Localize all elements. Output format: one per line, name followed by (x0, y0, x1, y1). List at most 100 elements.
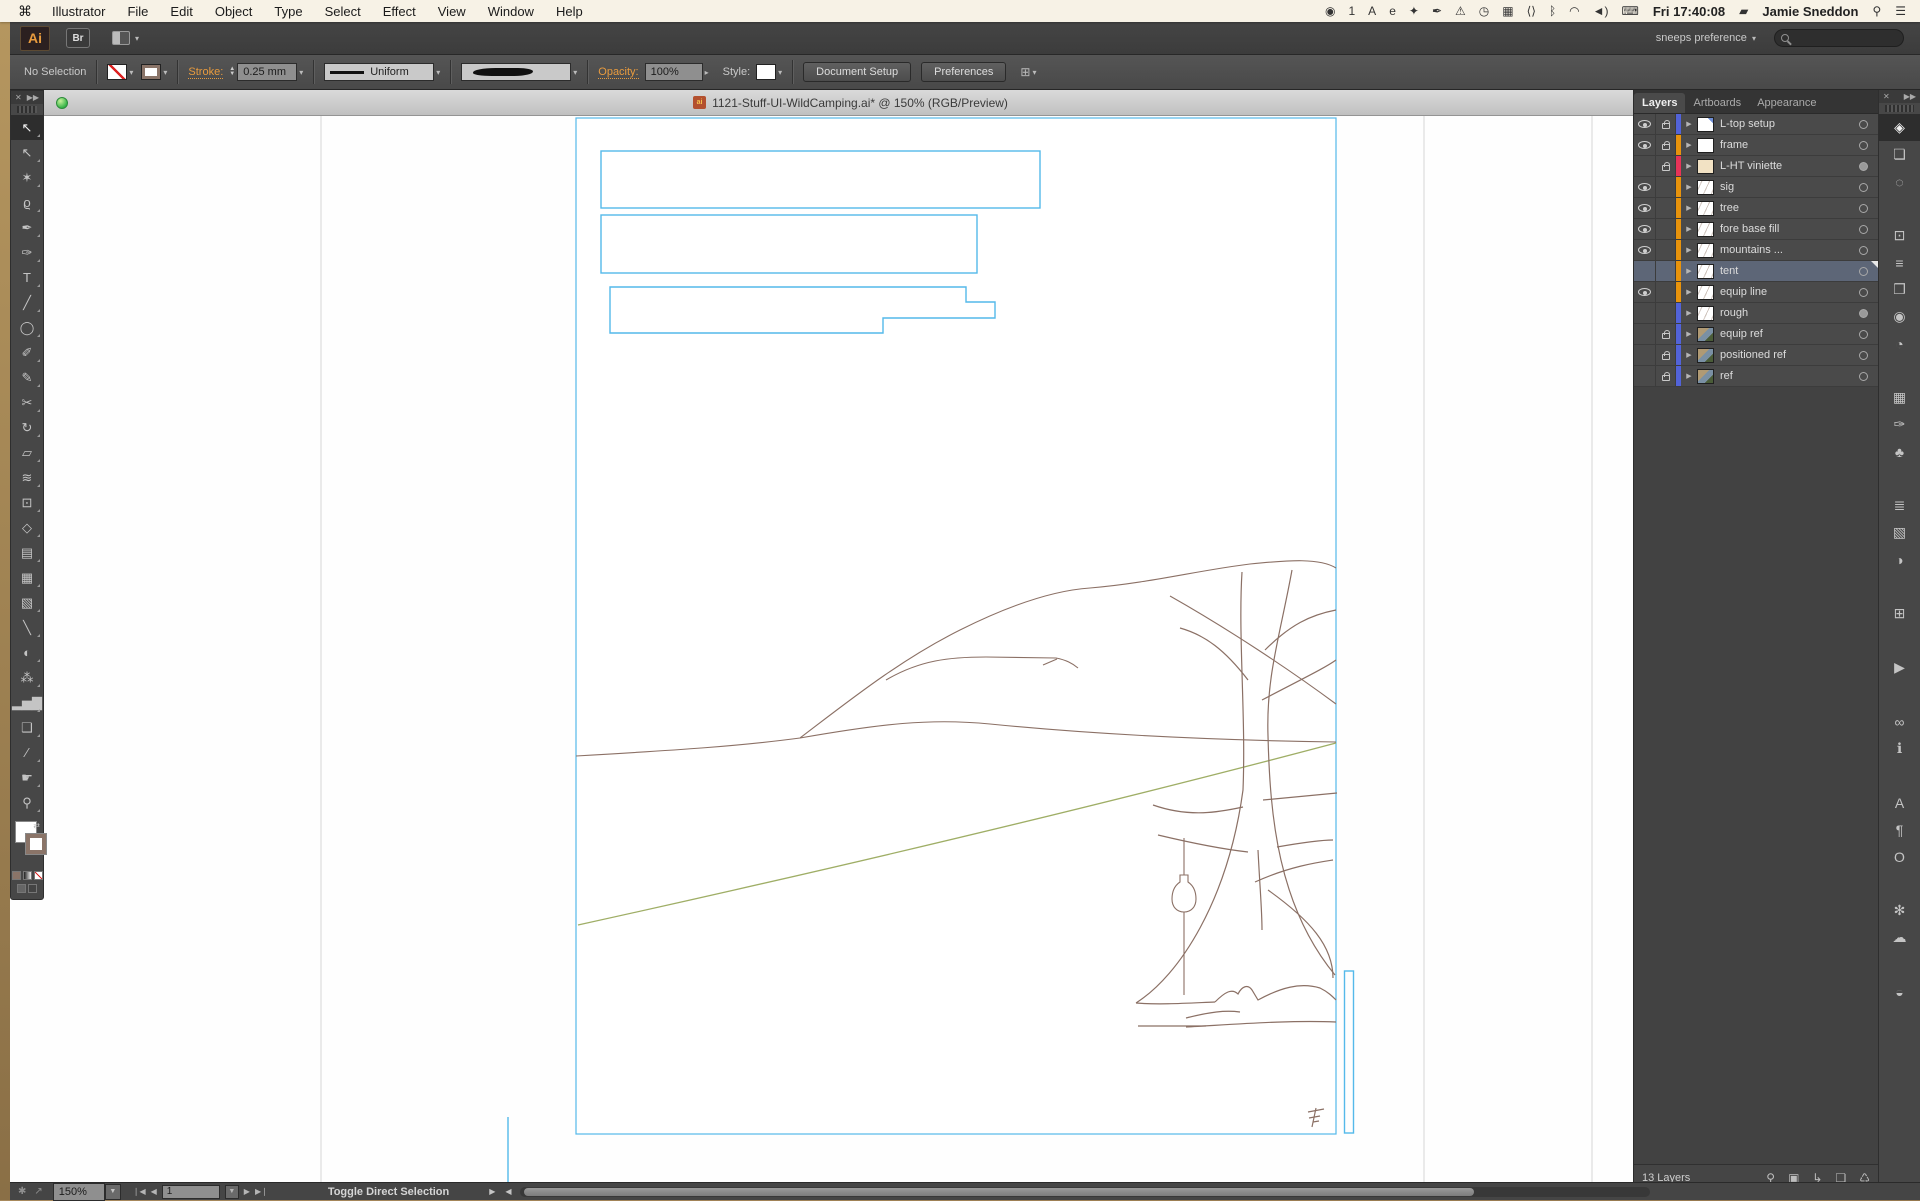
stroke-color-swatch[interactable] (141, 64, 162, 80)
status-icon[interactable]: ◄) (1593, 4, 1609, 18)
tool-button[interactable]: ✂ (11, 390, 43, 415)
canvas-area[interactable] (10, 116, 1633, 1182)
panel-tab[interactable]: Layers (1634, 93, 1686, 113)
expand-arrow-icon[interactable]: ▶ (1681, 309, 1697, 317)
expand-arrow-icon[interactable]: ▶ (1681, 351, 1697, 359)
visibility-toggle[interactable] (1634, 198, 1656, 218)
menu-item[interactable]: Select (325, 4, 361, 19)
panel-tab[interactable]: Appearance (1749, 93, 1824, 113)
draw-mode-button[interactable] (17, 884, 26, 893)
bridge-button[interactable]: Br (66, 28, 90, 48)
dock-panel-icon[interactable]: ✻ (1879, 897, 1920, 924)
layer-row[interactable]: ▶ equip line (1634, 282, 1878, 303)
layer-thumbnail[interactable] (1697, 263, 1714, 279)
layer-name[interactable]: equip ref (1720, 328, 1859, 340)
tool-button[interactable]: ╱ (11, 290, 43, 315)
tool-button[interactable]: ✒ (11, 215, 43, 240)
target-circle[interactable] (1859, 245, 1868, 255)
tool-button[interactable]: ⊡ (11, 490, 43, 515)
status-icon[interactable]: ▦ (1502, 4, 1513, 18)
target-circle[interactable] (1859, 329, 1868, 339)
tool-button[interactable]: ≋ (11, 465, 43, 490)
window-zoom-button[interactable] (56, 96, 68, 109)
layer-row[interactable]: ▶ frame (1634, 135, 1878, 156)
dock-panel-icon[interactable]: ◈ (1879, 114, 1920, 141)
dock-panel-icon[interactable]: ▶ (1879, 654, 1920, 681)
dock-header[interactable]: ✕ ▶▶ (1879, 90, 1920, 103)
lock-toggle[interactable] (1656, 198, 1676, 218)
layer-name[interactable]: tree (1720, 202, 1859, 214)
status-icon[interactable]: ◠ (1569, 4, 1579, 18)
status-icon[interactable]: ◉ (1325, 4, 1335, 18)
visibility-toggle[interactable] (1634, 324, 1656, 344)
layer-name[interactable]: ref (1720, 370, 1859, 382)
swap-fill-stroke-icon[interactable]: ⇄ (33, 821, 40, 830)
menu-item[interactable]: Help (556, 4, 583, 19)
dock-panel-icon[interactable]: ⊞ (1879, 600, 1920, 627)
dock-panel-icon[interactable] (1879, 627, 1920, 654)
align-options-icon[interactable]: ⊞ (1020, 65, 1030, 79)
expand-arrow-icon[interactable]: ▶ (1681, 372, 1697, 380)
visibility-toggle[interactable] (1634, 261, 1656, 281)
visibility-toggle[interactable] (1634, 366, 1656, 386)
layer-row[interactable]: ▶ ref (1634, 366, 1878, 387)
dock-panel-icon[interactable] (1879, 465, 1920, 492)
lock-toggle[interactable] (1656, 324, 1676, 344)
layer-row[interactable]: ▶ fore base fill (1634, 219, 1878, 240)
dock-panel-icon[interactable] (1879, 681, 1920, 708)
tool-button[interactable]: ▱ (11, 440, 43, 465)
target-circle[interactable] (1859, 350, 1868, 360)
layer-row[interactable]: ▶ L-HT viniette (1634, 156, 1878, 177)
tool-button[interactable]: ✐ (11, 340, 43, 365)
lock-toggle[interactable] (1656, 156, 1676, 176)
dock-panel-icon[interactable]: ▦ (1879, 384, 1920, 411)
lock-toggle[interactable] (1656, 282, 1676, 302)
status-icon[interactable]: ✦ (1409, 4, 1419, 18)
visibility-toggle[interactable] (1634, 240, 1656, 260)
layer-name[interactable]: L-top setup (1720, 118, 1859, 130)
dock-panel-icon[interactable] (1879, 951, 1920, 978)
visibility-toggle[interactable] (1634, 219, 1656, 239)
layer-thumbnail[interactable] (1697, 326, 1714, 342)
lock-toggle[interactable] (1656, 303, 1676, 323)
layer-thumbnail[interactable] (1697, 158, 1714, 174)
target-circle[interactable] (1859, 224, 1868, 234)
visibility-toggle[interactable] (1634, 114, 1656, 134)
layer-thumbnail[interactable] (1697, 347, 1714, 363)
layer-thumbnail[interactable] (1697, 221, 1714, 237)
layer-thumbnail[interactable] (1697, 116, 1714, 132)
lock-toggle[interactable] (1656, 261, 1676, 281)
layer-row[interactable]: ▶ positioned ref (1634, 345, 1878, 366)
battery-icon[interactable]: ▰ (1739, 4, 1748, 18)
fill-color-swatch[interactable] (107, 64, 128, 80)
status-icon[interactable]: ⚠ (1455, 4, 1466, 18)
tool-button[interactable]: ☛ (11, 765, 43, 790)
layer-name[interactable]: positioned ref (1720, 349, 1859, 361)
layer-name[interactable]: sig (1720, 181, 1859, 193)
dock-panel-icon[interactable]: ✑ (1879, 411, 1920, 438)
artboard-number-field[interactable]: 1 (161, 1184, 220, 1199)
gradient-mode-button[interactable] (22, 871, 32, 880)
lock-toggle[interactable] (1656, 135, 1676, 155)
tool-button[interactable]: ◐ (11, 640, 43, 665)
visibility-toggle[interactable] (1634, 345, 1656, 365)
zoom-dropdown-arrow[interactable]: ▼ (104, 1183, 121, 1200)
lock-toggle[interactable] (1656, 177, 1676, 197)
dock-panel-icon[interactable]: ∞ (1879, 708, 1920, 735)
arrange-documents-button[interactable]: ▾ (112, 31, 139, 45)
lock-toggle[interactable] (1656, 366, 1676, 386)
target-circle[interactable] (1859, 119, 1868, 129)
dock-panel-icon[interactable] (1879, 573, 1920, 600)
target-circle[interactable] (1859, 182, 1868, 192)
dock-panel-icon[interactable]: ❏ (1879, 141, 1920, 168)
expand-arrow-icon[interactable]: ▶ (1681, 183, 1697, 191)
dock-panel-icon[interactable] (1879, 357, 1920, 384)
status-next-icon[interactable]: ▶ (489, 1187, 495, 1196)
tool-button[interactable]: ∕ (11, 740, 43, 765)
dock-panel-icon[interactable]: ♣ (1879, 438, 1920, 465)
layer-name[interactable]: mountains ... (1720, 244, 1859, 256)
tool-button[interactable]: ▂▅▇ (11, 690, 43, 715)
menu-item[interactable]: File (127, 4, 148, 19)
tool-button[interactable]: ◇ (11, 515, 43, 540)
target-circle[interactable] (1859, 308, 1868, 318)
